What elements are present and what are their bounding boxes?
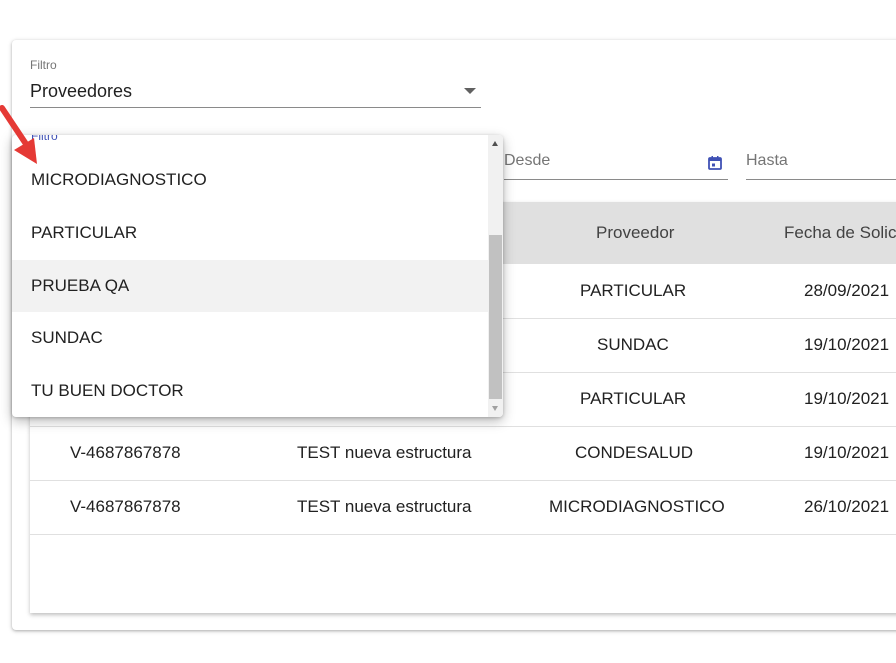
cell-descripcion: TEST nueva estructura xyxy=(297,443,472,462)
dropdown-option-label: PARTICULAR xyxy=(31,223,138,242)
dropdown-option[interactable]: PARTICULAR xyxy=(12,207,488,259)
cell-proveedor: PARTICULAR xyxy=(580,389,687,408)
dropdown-option-label: SUNDAC xyxy=(31,328,103,347)
cell-proveedor: MICRODIAGNOSTICO xyxy=(549,497,725,516)
filter-label: Filtro xyxy=(30,58,57,72)
cell-fecha: 19/10/2021 xyxy=(804,389,890,408)
cell-fecha: 19/10/2021 xyxy=(804,335,890,354)
dropdown-option[interactable]: SUNDAC xyxy=(12,312,488,364)
dropdown-option[interactable]: TU BUEN DOCTOR xyxy=(12,365,488,417)
cell-cedula: V-4687867878 xyxy=(70,443,181,462)
date-to-placeholder: Hasta xyxy=(746,152,788,169)
calendar-icon[interactable] xyxy=(707,155,723,171)
provider-filter-select[interactable]: Proveedores xyxy=(30,76,481,108)
date-to-field[interactable]: Hasta xyxy=(746,146,896,180)
date-from-field[interactable]: Desde xyxy=(504,146,728,180)
header-proveedor[interactable]: Proveedor xyxy=(596,223,674,243)
scroll-up-icon[interactable] xyxy=(492,141,498,146)
cell-proveedor: SUNDAC xyxy=(597,335,669,354)
dropdown-option-label: TU BUEN DOCTOR xyxy=(31,381,184,400)
chevron-down-icon xyxy=(464,88,476,94)
cell-descripcion: TEST nueva estructura xyxy=(297,497,472,516)
cell-fecha: 19/10/2021 xyxy=(804,443,890,462)
provider-dropdown-menu: Filtro MICRODIAGNOSTICO PARTICULAR PRUEB… xyxy=(12,135,503,417)
dropdown-option[interactable]: MICRODIAGNOSTICO xyxy=(12,154,488,206)
cell-fecha: 28/09/2021 xyxy=(804,281,890,300)
dropdown-option-label: MICRODIAGNOSTICO xyxy=(31,170,207,189)
date-from-placeholder: Desde xyxy=(504,152,551,169)
cell-proveedor: CONDESALUD xyxy=(575,443,694,462)
table-row[interactable]: V-4687867878 TEST nueva estructura MICRO… xyxy=(30,480,896,535)
dropdown-option-highlighted[interactable]: PRUEBA QA xyxy=(12,260,488,312)
dropdown-scrollbar[interactable] xyxy=(488,135,503,417)
cell-cedula: V-4687867878 xyxy=(70,497,181,516)
provider-filter-value: Proveedores xyxy=(30,81,133,101)
table-row[interactable]: V-4687867878 TEST nueva estructura CONDE… xyxy=(30,426,896,481)
annotation-arrow-icon xyxy=(0,105,37,164)
cell-proveedor: PARTICULAR xyxy=(580,281,687,300)
dropdown-option-label: PRUEBA QA xyxy=(31,276,130,295)
header-fecha[interactable]: Fecha de Solic xyxy=(784,223,896,243)
cell-fecha: 26/10/2021 xyxy=(804,497,890,516)
scroll-down-icon[interactable] xyxy=(492,406,498,411)
scrollbar-thumb[interactable] xyxy=(489,235,502,399)
